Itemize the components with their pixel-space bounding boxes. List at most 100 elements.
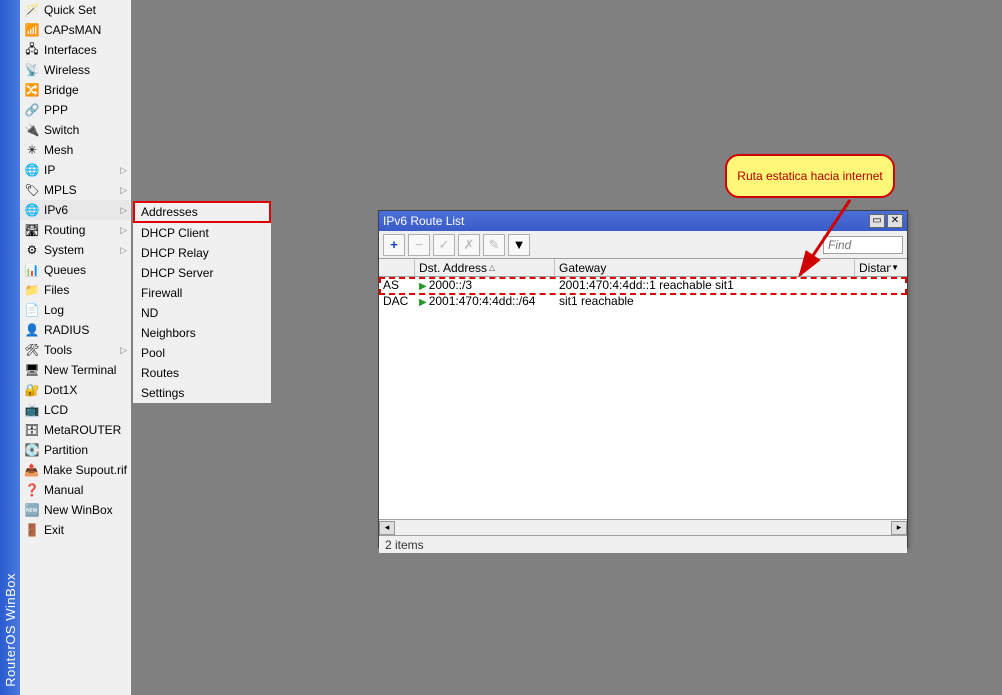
column-flags[interactable]: [379, 259, 415, 276]
submenu-arrow-icon: ▷: [120, 345, 127, 356]
sidebar-item-files[interactable]: 📁Files: [20, 280, 131, 300]
sidebar-item-label: Switch: [44, 123, 127, 137]
sidebar-item-queues[interactable]: 📊Queues: [20, 260, 131, 280]
dot1x-icon: 🔐: [24, 382, 40, 398]
sidebar-item-make-supout-rif[interactable]: 📤Make Supout.rif: [20, 460, 131, 480]
submenu-item-addresses[interactable]: Addresses: [133, 201, 271, 223]
cell-flags: DAC: [379, 294, 415, 308]
sidebar-item-manual[interactable]: ❓ Manual: [20, 480, 131, 500]
ipv6-icon: 🌐: [24, 202, 40, 218]
newwb-icon: 🆕: [24, 502, 40, 518]
submenu-item-label: Neighbors: [141, 326, 196, 340]
sidebar-item-tools[interactable]: 🛠Tools▷: [20, 340, 131, 360]
sidebar-item-label: Manual: [44, 483, 127, 497]
switch-icon: 🔌: [24, 122, 40, 138]
sidebar-item-routing[interactable]: 🛣Routing▷: [20, 220, 131, 240]
sidebar-item-exit[interactable]: 🚪 Exit: [20, 520, 131, 540]
sidebar-item-lcd[interactable]: 📺LCD: [20, 400, 131, 420]
route-active-icon: ▶: [419, 297, 427, 308]
caps-icon: 📶: [24, 22, 40, 38]
sidebar-item-metarouter[interactable]: 🗄 MetaROUTER: [20, 420, 131, 440]
sidebar-item-label: Wireless: [44, 63, 127, 77]
sidebar-item-radius[interactable]: 👤RADIUS: [20, 320, 131, 340]
submenu-item-firewall[interactable]: Firewall: [133, 283, 271, 303]
submenu-item-pool[interactable]: Pool: [133, 343, 271, 363]
sidebar-item-capsman[interactable]: 📶CAPsMAN: [20, 20, 131, 40]
sidebar-item-label: Quick Set: [44, 3, 127, 17]
submenu-item-dhcp-client[interactable]: DHCP Client: [133, 223, 271, 243]
radius-icon: 👤: [24, 322, 40, 338]
cell-flags: AS: [379, 278, 415, 292]
disable-button[interactable]: ✗: [458, 234, 480, 256]
column-distance[interactable]: Distanc▼: [855, 259, 903, 276]
sidebar-item-interfaces[interactable]: 🖧Interfaces: [20, 40, 131, 60]
sidebar-item-mesh[interactable]: ✳Mesh: [20, 140, 131, 160]
sidebar-item-wireless[interactable]: 📡Wireless: [20, 60, 131, 80]
submenu-item-label: ND: [141, 306, 158, 320]
status-text: 2 items: [385, 538, 424, 552]
files-icon: 📁: [24, 282, 40, 298]
comment-button[interactable]: ✎: [483, 234, 505, 256]
grid-header: Dst. Address△ Gateway Distanc▼: [379, 259, 907, 277]
exit-icon: 🚪: [24, 522, 40, 538]
sidebar-item-ip[interactable]: 🌐IP▷: [20, 160, 131, 180]
sidebar-item-dot1x[interactable]: 🔐 Dot1X: [20, 380, 131, 400]
sidebar-item-label: Dot1X: [44, 383, 127, 397]
scroll-left-button[interactable]: ◂: [379, 521, 395, 535]
route-active-icon: ▶: [419, 281, 427, 292]
submenu-item-dhcp-relay[interactable]: DHCP Relay: [133, 243, 271, 263]
sidebar-item-quick-set[interactable]: 🪄Quick Set: [20, 0, 131, 20]
table-row[interactable]: DAC▶2001:470:4:4dd::/64sit1 reachable: [379, 293, 907, 309]
submenu-item-nd[interactable]: ND: [133, 303, 271, 323]
sidebar-item-new-terminal[interactable]: 🖥New Terminal: [20, 360, 131, 380]
cell-dst: ▶2001:470:4:4dd::/64: [415, 294, 555, 308]
ipv6-submenu: AddressesDHCP ClientDHCP Relay DHCP Serve…: [132, 200, 272, 404]
sidebar-item-new-winbox[interactable]: 🆕 New WinBox: [20, 500, 131, 520]
manual-icon: ❓: [24, 482, 40, 498]
system-icon: ⚙: [24, 242, 40, 258]
submenu-item-settings[interactable]: Settings: [133, 383, 271, 403]
column-menu-icon[interactable]: ▼: [891, 263, 899, 272]
filter-button[interactable]: ▼: [508, 234, 530, 256]
ipv6-route-list-window: IPv6 Route List ▭ ✕ + − ✓ ✗ ✎ ▼ Dst. Add…: [378, 210, 908, 548]
submenu-item-dhcp-server[interactable]: DHCP Server: [133, 263, 271, 283]
sidebar-item-label: Mesh: [44, 143, 127, 157]
find-input[interactable]: [823, 236, 903, 254]
sidebar-item-system[interactable]: ⚙System▷: [20, 240, 131, 260]
submenu-arrow-icon: ▷: [120, 165, 127, 176]
remove-button[interactable]: −: [408, 234, 430, 256]
sidebar-item-label: Exit: [44, 523, 127, 537]
sidebar-item-label: IPv6: [44, 203, 120, 217]
meta-icon: 🗄: [24, 422, 40, 438]
scroll-track[interactable]: [395, 521, 891, 535]
sidebar-item-ppp[interactable]: 🔗PPP: [20, 100, 131, 120]
sidebar-item-partition[interactable]: 💽Partition: [20, 440, 131, 460]
scroll-right-button[interactable]: ▸: [891, 521, 907, 535]
submenu-arrow-icon: ▷: [120, 185, 127, 196]
sort-indicator-icon: △: [489, 263, 495, 272]
window-minimize-button[interactable]: ▭: [869, 214, 885, 228]
window-titlebar[interactable]: IPv6 Route List ▭ ✕: [379, 211, 907, 231]
sidebar-item-switch[interactable]: 🔌 Switch: [20, 120, 131, 140]
horizontal-scrollbar[interactable]: ◂ ▸: [379, 519, 907, 535]
sidebar-item-bridge[interactable]: 🔀Bridge: [20, 80, 131, 100]
submenu-item-routes[interactable]: Routes: [133, 363, 271, 383]
sidebar-item-ipv6[interactable]: 🌐IPv6▷: [20, 200, 131, 220]
sidebar-item-label: Bridge: [44, 83, 127, 97]
sidebar-item-log[interactable]: 📄Log: [20, 300, 131, 320]
submenu-item-neighbors[interactable]: Neighbors: [133, 323, 271, 343]
app-title-bar: RouterOS WinBox: [0, 0, 20, 695]
add-button[interactable]: +: [383, 234, 405, 256]
column-dst-address[interactable]: Dst. Address△: [415, 259, 555, 276]
sidebar-item-mpls[interactable]: 🏷MPLS▷: [20, 180, 131, 200]
sidebar-item-label: MetaROUTER: [44, 423, 127, 437]
sidebar-item-label: Tools: [44, 343, 120, 357]
sidebar-item-label: Routing: [44, 223, 120, 237]
enable-button[interactable]: ✓: [433, 234, 455, 256]
table-row[interactable]: AS▶2000::/32001:470:4:4dd::1 reachable s…: [379, 277, 907, 293]
window-close-button[interactable]: ✕: [887, 214, 903, 228]
sidebar-item-label: New WinBox: [44, 503, 127, 517]
column-gateway[interactable]: Gateway: [555, 259, 855, 276]
submenu-item-label: DHCP Server: [141, 266, 213, 280]
submenu-arrow-icon: ▷: [120, 225, 127, 236]
